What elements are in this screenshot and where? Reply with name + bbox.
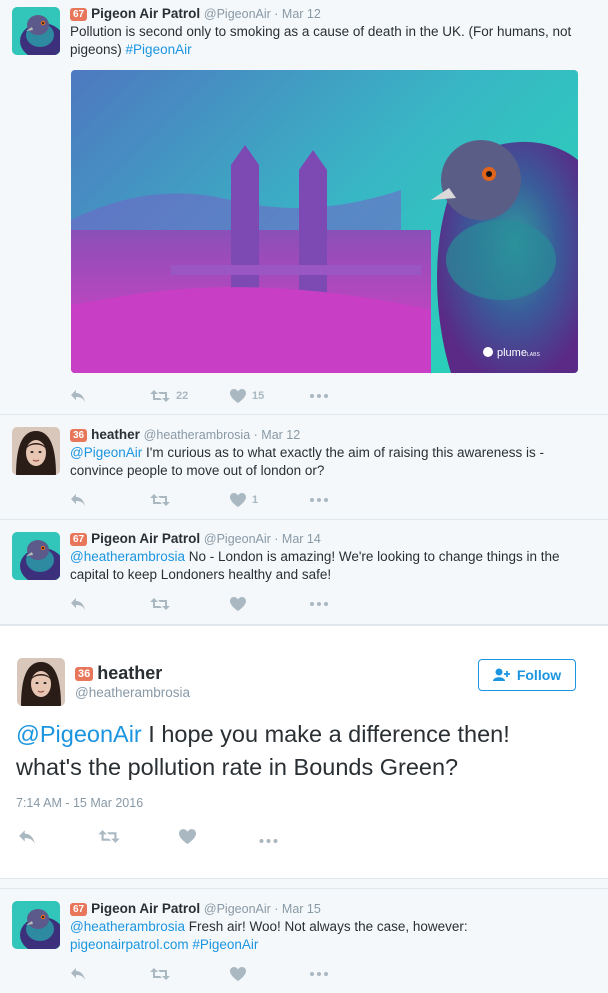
like-count: 1	[252, 494, 259, 506]
mention-link[interactable]: @PigeonAir	[16, 721, 142, 747]
user-handle[interactable]: @heatherambrosia	[75, 685, 190, 700]
reply-button[interactable]	[70, 493, 150, 507]
url-link[interactable]: pigeonairpatrol.com	[70, 937, 189, 952]
more-button[interactable]	[310, 602, 390, 606]
tweet-date[interactable]: Mar 12	[282, 7, 321, 21]
reply-button[interactable]	[18, 829, 98, 850]
heart-icon	[230, 967, 246, 981]
reply-button[interactable]	[70, 967, 150, 981]
user-handle[interactable]: @PigeonAir	[204, 7, 271, 21]
avatar[interactable]	[17, 658, 65, 706]
more-button[interactable]	[310, 498, 390, 502]
focused-tweet: 36 heather @heatherambrosia Follow @Pigeo…	[0, 625, 608, 879]
reply-icon	[70, 967, 86, 981]
tweet-date[interactable]: Mar 12	[261, 428, 300, 442]
follow-label: Follow	[516, 667, 562, 683]
retweet-icon	[150, 967, 170, 981]
user-handle[interactable]: @PigeonAir	[204, 532, 271, 546]
retweet-button[interactable]	[150, 493, 230, 507]
tweet[interactable]: 67 Pigeon Air Patrol @PigeonAir · Mar 12 …	[0, 0, 608, 415]
user-handle[interactable]: @PigeonAir	[204, 902, 271, 916]
follow-add-icon	[492, 668, 510, 681]
tweet-text: @heatherambrosia Fresh air! Woo! Not alw…	[70, 919, 468, 952]
reply-button[interactable]	[70, 597, 150, 611]
reply-icon	[70, 389, 86, 403]
user-name[interactable]: Pigeon Air Patrol	[91, 6, 200, 21]
retweet-button[interactable]: 22	[150, 389, 230, 403]
avatar[interactable]	[12, 427, 60, 475]
more-button[interactable]	[310, 394, 390, 398]
media-logo-sub: LABS	[527, 352, 540, 358]
avatar[interactable]	[12, 901, 60, 949]
user-name[interactable]: heather	[91, 427, 140, 442]
user-name[interactable]: heather	[97, 663, 162, 683]
more-icon	[310, 394, 328, 398]
avatar[interactable]	[12, 7, 60, 55]
mention-link[interactable]: @heatherambrosia	[70, 919, 185, 934]
more-button[interactable]	[259, 830, 278, 848]
retweet-count: 22	[176, 390, 189, 402]
user-name[interactable]: Pigeon Air Patrol	[91, 531, 200, 546]
reply-button[interactable]	[70, 389, 150, 403]
hashtag-link[interactable]: #PigeonAir	[192, 937, 258, 952]
tweet-date[interactable]: Mar 14	[282, 532, 321, 546]
user-handle[interactable]: @heatherambrosia	[144, 428, 251, 442]
tweet[interactable]: 36 heather @heatherambrosia · Mar 12 @Pig…	[0, 415, 608, 520]
mention-link[interactable]: @heatherambrosia	[70, 549, 185, 564]
heart-icon	[230, 389, 246, 403]
more-button[interactable]	[310, 972, 390, 976]
more-icon	[310, 602, 328, 606]
tweet-text: @heatherambrosia No - London is amazing!…	[70, 549, 560, 582]
tweet-timestamp[interactable]: 7:14 AM - 15 Mar 2016	[16, 796, 143, 810]
like-count: 15	[252, 390, 265, 402]
retweet-icon	[150, 597, 170, 611]
media-logo: plume	[497, 347, 527, 359]
more-icon	[259, 839, 278, 843]
tweet-media[interactable]: plume LABS	[71, 70, 578, 373]
heart-icon	[179, 829, 196, 844]
like-button[interactable]	[179, 829, 259, 849]
tweet[interactable]: 67 Pigeon Air Patrol @PigeonAir · Mar 14 …	[0, 520, 608, 625]
like-button[interactable]	[230, 597, 310, 611]
retweet-icon	[150, 493, 170, 507]
mention-link[interactable]: @PigeonAir	[70, 445, 142, 460]
heart-icon	[230, 597, 246, 611]
more-icon	[310, 972, 328, 976]
user-name[interactable]: Pigeon Air Patrol	[91, 901, 200, 916]
retweet-button[interactable]	[150, 597, 230, 611]
retweet-icon	[98, 829, 120, 844]
retweet-button[interactable]	[150, 967, 230, 981]
tweet-text: Pollution is second only to smoking as a…	[70, 24, 572, 57]
reply-icon	[70, 597, 86, 611]
follow-button[interactable]: Follow	[478, 659, 576, 691]
tweet-text: @PigeonAir I'm curious as to what exactl…	[70, 445, 544, 478]
badge: 67	[70, 8, 88, 21]
tweet[interactable]: 67 Pigeon Air Patrol @PigeonAir · Mar 15 …	[0, 888, 608, 993]
reply-icon	[70, 493, 86, 507]
like-button[interactable]: 1	[230, 493, 310, 507]
hashtag-link[interactable]: #PigeonAir	[126, 42, 192, 57]
badge: 36	[70, 429, 88, 442]
badge: 36	[75, 667, 94, 681]
like-button[interactable]	[230, 967, 310, 981]
avatar[interactable]	[12, 532, 60, 580]
more-icon	[310, 498, 328, 502]
like-button[interactable]: 15	[230, 389, 310, 403]
heart-icon	[230, 493, 246, 507]
tweet-date[interactable]: Mar 15	[282, 902, 321, 916]
reply-icon	[18, 829, 36, 845]
badge: 67	[70, 903, 88, 916]
badge: 67	[70, 533, 88, 546]
tweet-text: @PigeonAir I hope you make a difference …	[16, 721, 510, 780]
retweet-button[interactable]	[98, 829, 179, 849]
retweet-icon	[150, 389, 170, 403]
